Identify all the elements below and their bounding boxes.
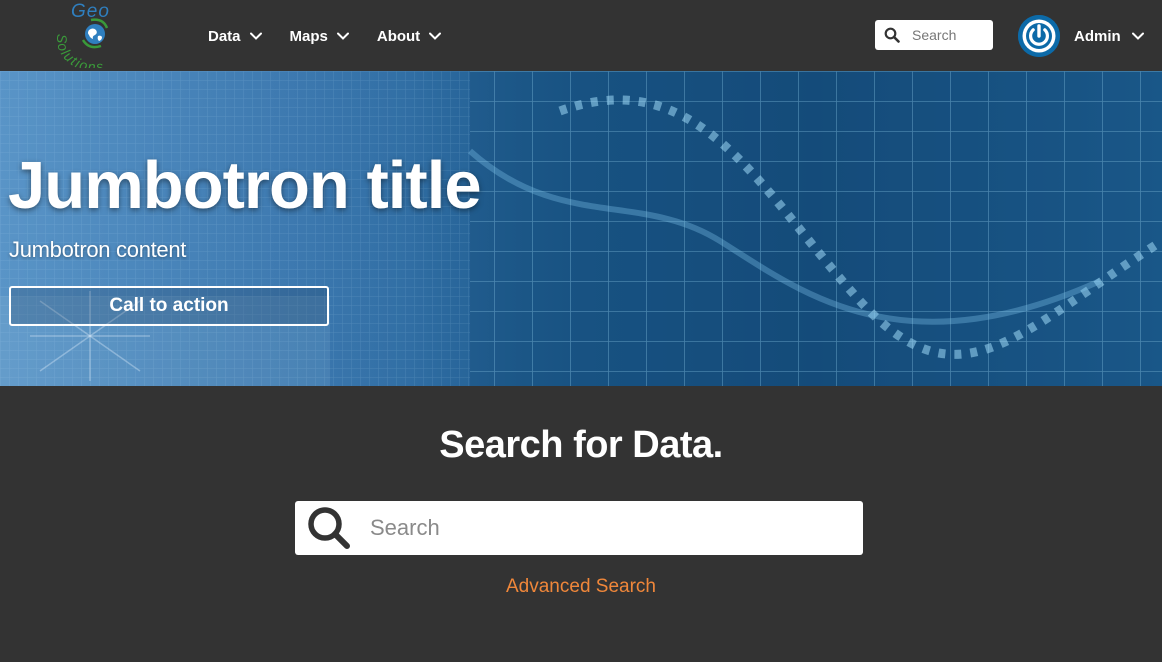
geo-solutions-logo: Geo Solutions bbox=[55, 1, 110, 68]
nav-data-dropdown[interactable]: Data bbox=[208, 28, 262, 45]
jumbotron-content: Jumbotron content bbox=[9, 237, 187, 262]
jumbotron-title: Jumbotron title bbox=[8, 148, 482, 223]
nav-maps-dropdown[interactable]: Maps bbox=[290, 28, 349, 45]
main-nav: Data Maps About bbox=[208, 22, 469, 50]
nav-about-label: About bbox=[376, 27, 421, 45]
brand-logo[interactable]: Geo Solutions bbox=[55, 0, 135, 68]
user-menu-dropdown[interactable]: Admin bbox=[1018, 15, 1144, 57]
advanced-search-link[interactable]: Advanced Search bbox=[506, 576, 656, 597]
power-icon bbox=[1018, 15, 1060, 57]
nav-about-dropdown[interactable]: About bbox=[376, 27, 442, 45]
jumbotron: Jumbotron title Jumbotron content Call t… bbox=[0, 71, 1162, 386]
search-section-title: Search for Data. bbox=[439, 424, 723, 466]
avatar bbox=[1018, 15, 1060, 57]
search-icon bbox=[308, 507, 350, 549]
nav-search-box[interactable] bbox=[875, 20, 993, 50]
chevron-down-icon bbox=[1131, 32, 1144, 40]
search-icon bbox=[884, 27, 900, 43]
nav-data-label: Data bbox=[208, 27, 241, 45]
jumbotron-background-image bbox=[0, 71, 1162, 386]
main-search-box[interactable] bbox=[295, 501, 863, 555]
top-navbar: Geo Solutions Data Maps About Search Adm… bbox=[0, 0, 1162, 71]
chevron-down-icon bbox=[249, 32, 262, 40]
advanced-search-container: Advanced Search bbox=[0, 576, 1162, 598]
chevron-down-icon bbox=[429, 32, 442, 40]
chevron-down-icon bbox=[336, 32, 349, 40]
nav-maps-label: Maps bbox=[289, 27, 328, 45]
nav-search-input[interactable] bbox=[912, 27, 992, 43]
user-name: Admin bbox=[1074, 27, 1121, 45]
logo-text-top: Geo bbox=[71, 1, 110, 22]
main-search-input[interactable] bbox=[370, 515, 850, 541]
call-to-action-button[interactable]: Call to action bbox=[9, 286, 329, 326]
